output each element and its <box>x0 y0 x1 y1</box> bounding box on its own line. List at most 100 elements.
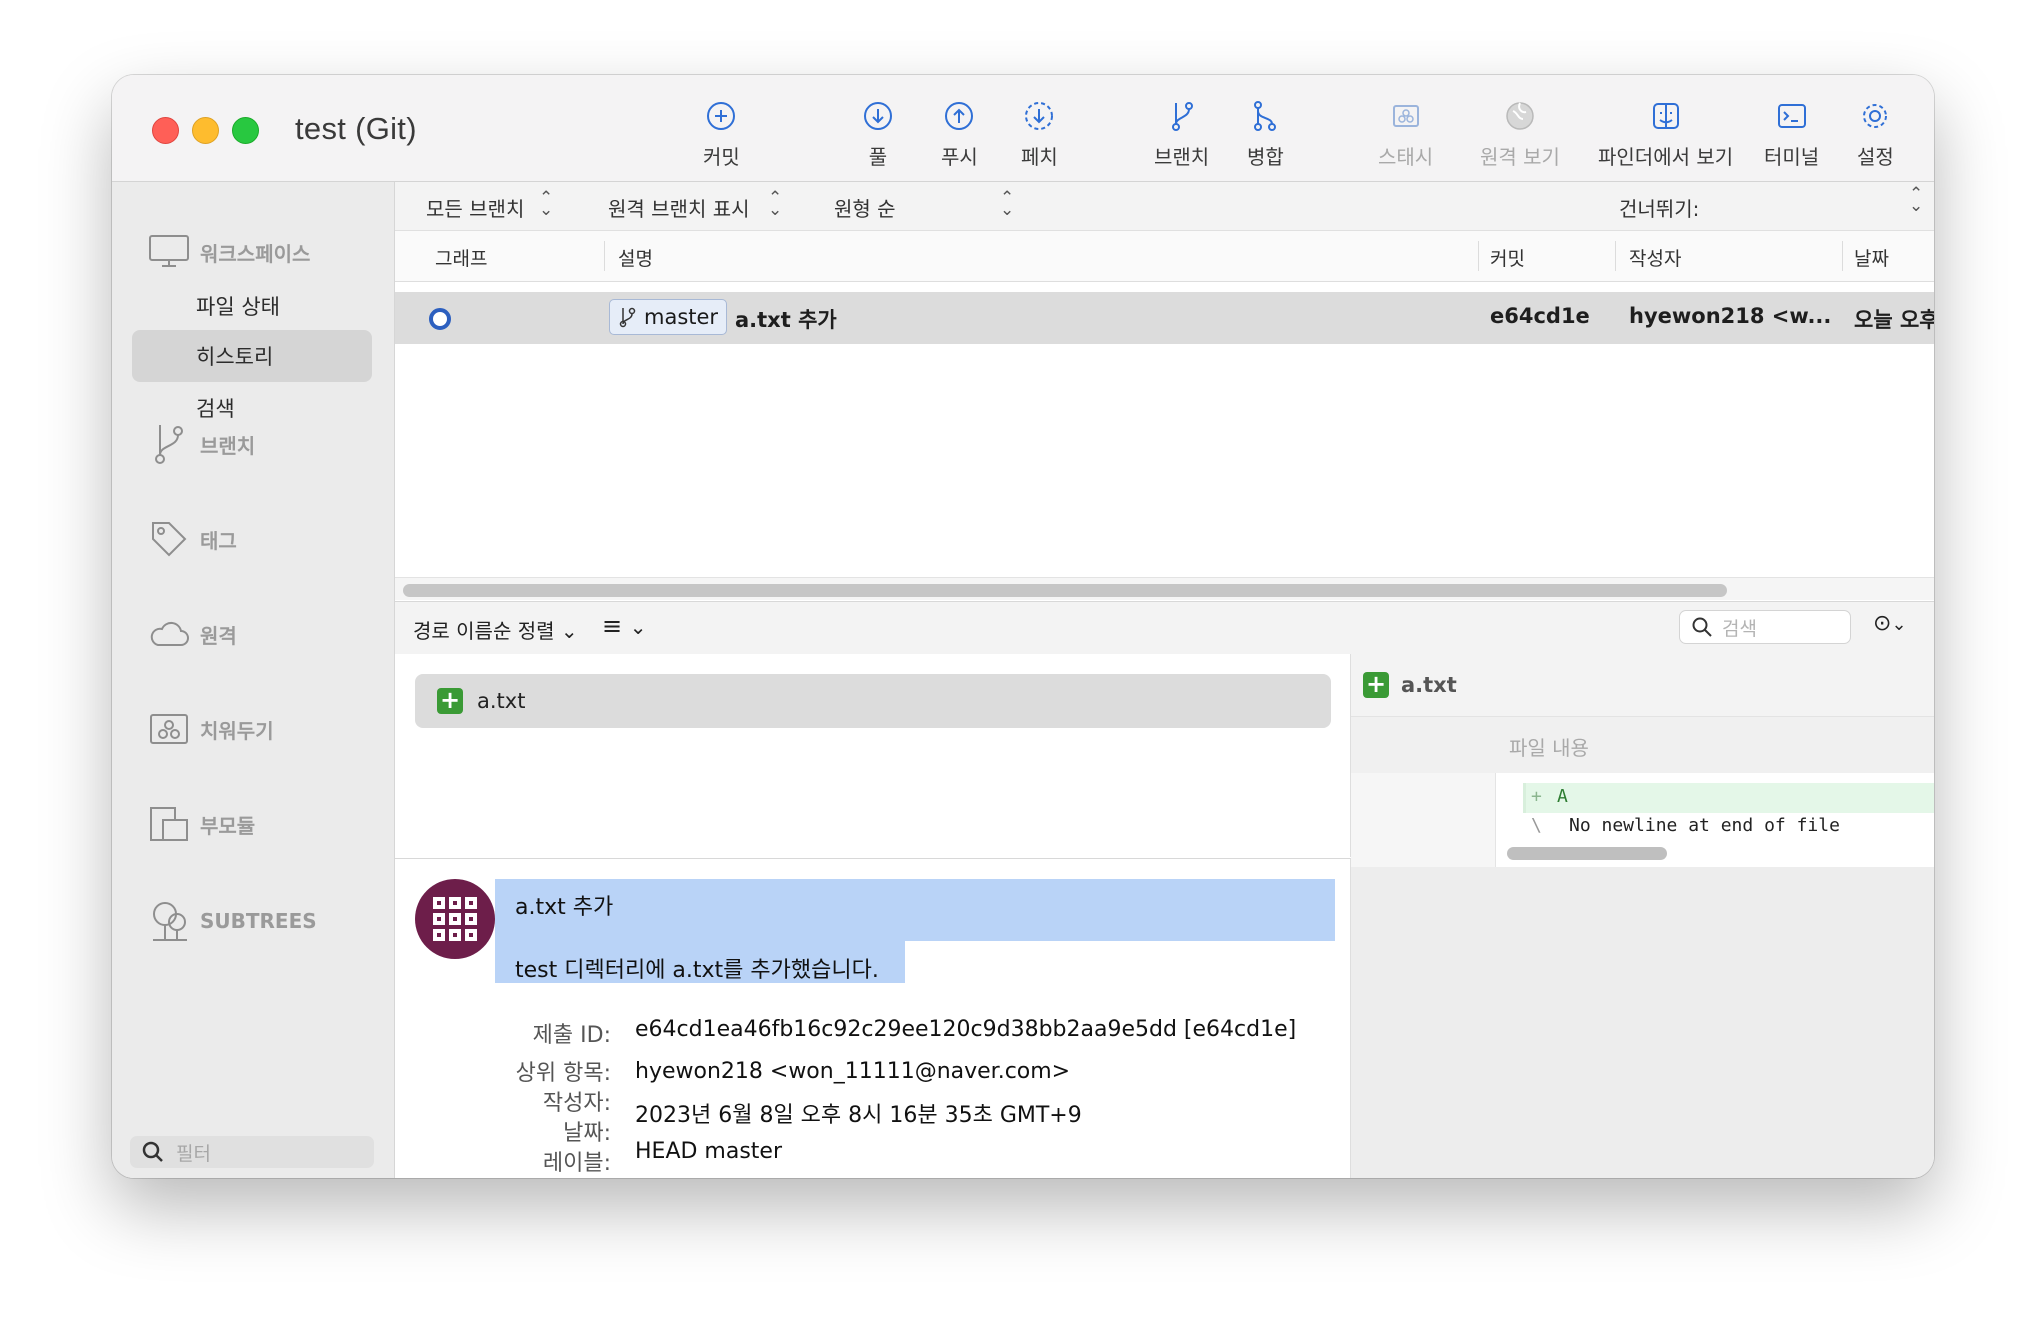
chevron-down-icon: ⌄ <box>560 619 578 643</box>
diff-body: + A \ No newline at end of file <box>1351 773 1934 867</box>
zoom-window-button[interactable] <box>232 117 259 144</box>
order-select[interactable]: 원형 순 <box>834 193 896 222</box>
diff-sign: + <box>1531 786 1542 807</box>
chevron-down-icon: ⌄ <box>629 615 647 639</box>
show-in-finder-button[interactable]: 파인더에서 보기 <box>1598 99 1733 170</box>
sidebar-section-workspace[interactable]: 워크스페이스 <box>148 230 310 274</box>
monitor-icon <box>149 235 189 267</box>
stash-button[interactable]: 스태시 <box>1378 99 1433 170</box>
sidebar-section-submodules[interactable]: 부모듈 <box>148 802 255 846</box>
diff-sign: \ <box>1531 815 1542 836</box>
diff-file-header: + a.txt <box>1351 654 1934 717</box>
file-search-input[interactable]: 검색 <box>1679 610 1851 644</box>
updown-chevron-icon: ⌃ ⌄ <box>1000 188 1015 220</box>
fetch-button[interactable]: 페치 <box>1021 99 1058 170</box>
push-icon <box>945 102 974 130</box>
branch-icon <box>155 425 183 464</box>
fetch-icon <box>1025 102 1054 130</box>
commit-hash: e64cd1e <box>1490 304 1590 328</box>
minimize-window-button[interactable] <box>192 117 219 144</box>
search-icon <box>1692 617 1712 637</box>
search-icon <box>142 1141 163 1162</box>
stash-icon <box>1392 105 1419 127</box>
finder-icon <box>1652 103 1679 129</box>
pull-icon <box>864 102 892 130</box>
commit-body: test 디렉터리에 a.txt를 추가했습니다. <box>515 958 879 983</box>
commit-author: hyewon218 <w... <box>1629 304 1832 328</box>
history-column-header: 그래프 설명 커밋 작성자 날짜 <box>395 231 1934 282</box>
column-date[interactable]: 날짜 <box>1854 244 1889 271</box>
sidebar-section-branches[interactable]: 브랜치 <box>148 422 255 466</box>
gear-icon <box>1863 104 1888 128</box>
diff-line-text: A <box>1557 786 1568 807</box>
date-value: 2023년 6월 8일 오후 8시 16분 35초 GMT+9 <box>635 1103 1082 1128</box>
chevron-down-icon: ⌄ <box>1891 614 1907 635</box>
remote-view-button[interactable]: 원격 보기 <box>1480 99 1560 170</box>
sidebar-item-history[interactable]: 히스토리 <box>132 330 372 382</box>
sort-select[interactable]: 경로 이름순 정렬 ⌄ <box>413 615 578 644</box>
globe-icon <box>1506 102 1534 130</box>
commit-date: 오늘 오후 <box>1854 308 1934 332</box>
stash-icon <box>150 714 188 744</box>
window-title: test (Git) <box>295 111 417 146</box>
diff-hunk-header: 파일 내용 <box>1351 717 1934 773</box>
history-horizontal-scrollbar[interactable] <box>395 577 1934 600</box>
close-window-button[interactable] <box>152 117 179 144</box>
merge-icon <box>1254 101 1277 131</box>
sidebar-item-file-status[interactable]: 파일 상태 <box>132 280 372 332</box>
sidebar-filter-input[interactable]: 필터 <box>130 1136 374 1168</box>
sidebar: 워크스페이스 파일 상태 히스토리 검색 브랜치 태그 원격 치워두기 부모듈 … <box>112 182 395 1178</box>
skip-stepper[interactable]: ⌃ ⌄ <box>1909 186 1923 215</box>
diff-pane: + a.txt 파일 내용 + A \ No newline at end of… <box>1351 654 1934 1178</box>
commit-row[interactable]: master a.txt 추가 e64cd1e hyewon218 <w... … <box>395 292 1934 344</box>
main-area: 모든 브랜치 ⌃ ⌄ 원격 브랜치 표시 ⌃ ⌄ 원형 순 ⌃ ⌄ 건너뛰기: ⌃ ⌄ … <box>395 182 1934 1178</box>
terminal-button[interactable]: 터미널 <box>1764 99 1819 170</box>
file-row[interactable]: + a.txt <box>415 674 1331 728</box>
graph-node <box>429 308 451 330</box>
scrollbar-thumb[interactable] <box>403 584 1727 597</box>
column-author[interactable]: 작성자 <box>1629 244 1681 271</box>
labels-key: 레이블: <box>542 1151 611 1176</box>
file-list: + a.txt <box>395 654 1351 857</box>
author-value: hyewon218 <won_11111@naver.com> <box>635 1059 1071 1084</box>
branch-filter-select[interactable]: 모든 브랜치 <box>426 193 524 222</box>
commit-icon <box>707 102 736 130</box>
labels-value: HEAD master <box>635 1139 783 1164</box>
tree-icon <box>153 902 187 941</box>
settings-button[interactable]: 설정 <box>1857 99 1894 170</box>
push-button[interactable]: 푸시 <box>941 99 978 170</box>
branch-icon <box>619 307 636 328</box>
skip-label: 건너뛰기: <box>1619 197 1700 221</box>
merge-button[interactable]: 병합 <box>1247 99 1284 170</box>
commit-id-key: 제출 ID: <box>532 1023 611 1048</box>
date-key: 날짜: <box>563 1121 611 1146</box>
pull-button[interactable]: 풀 <box>861 99 895 170</box>
terminal-icon <box>1777 104 1806 128</box>
parent-key: 상위 항목: <box>515 1061 611 1086</box>
more-options-button[interactable]: ⊙⌄ <box>1873 611 1907 636</box>
updown-chevron-icon: ⌃ ⌄ <box>539 188 554 220</box>
list-view-menu[interactable]: ≡ ⌄ <box>602 612 647 640</box>
column-description[interactable]: 설명 <box>618 244 653 271</box>
selection-highlight <box>495 879 1335 941</box>
diff-horizontal-scrollbar[interactable] <box>1507 847 1667 860</box>
column-commit[interactable]: 커밋 <box>1490 244 1525 271</box>
added-status-icon: + <box>1363 672 1389 698</box>
cloud-icon <box>150 621 189 646</box>
list-icon: ≡ <box>602 612 623 640</box>
remote-branch-select[interactable]: 원격 브랜치 표시 <box>608 193 750 222</box>
commit-id-value: e64cd1ea46fb16c92c29ee120c9d38bb2aa9e5dd… <box>635 1017 1297 1042</box>
commit-details: a.txt 추가 test 디렉터리에 a.txt를 추가했습니다. 제출 ID… <box>395 858 1351 1178</box>
branch-button[interactable]: 브랜치 <box>1154 99 1209 170</box>
column-graph[interactable]: 그래프 <box>435 244 487 271</box>
submodule-icon <box>150 807 188 841</box>
toolbar: test (Git) 커밋 풀 푸시 페치 브랜치 병합 스태시 원격 보기 파… <box>112 75 1934 182</box>
sidebar-section-tags[interactable]: 태그 <box>148 517 237 561</box>
files-toolbar: 경로 이름순 정렬 ⌄ ≡ ⌄ 검색 ⊙⌄ <box>395 601 1934 655</box>
tag-icon <box>152 522 187 557</box>
commit-button[interactable]: 커밋 <box>703 99 740 170</box>
sidebar-section-subtrees[interactable]: SUBTREES <box>148 899 317 943</box>
avatar <box>415 879 495 959</box>
sidebar-section-remotes[interactable]: 원격 <box>148 612 237 656</box>
sidebar-section-stashes[interactable]: 치워두기 <box>148 707 274 751</box>
